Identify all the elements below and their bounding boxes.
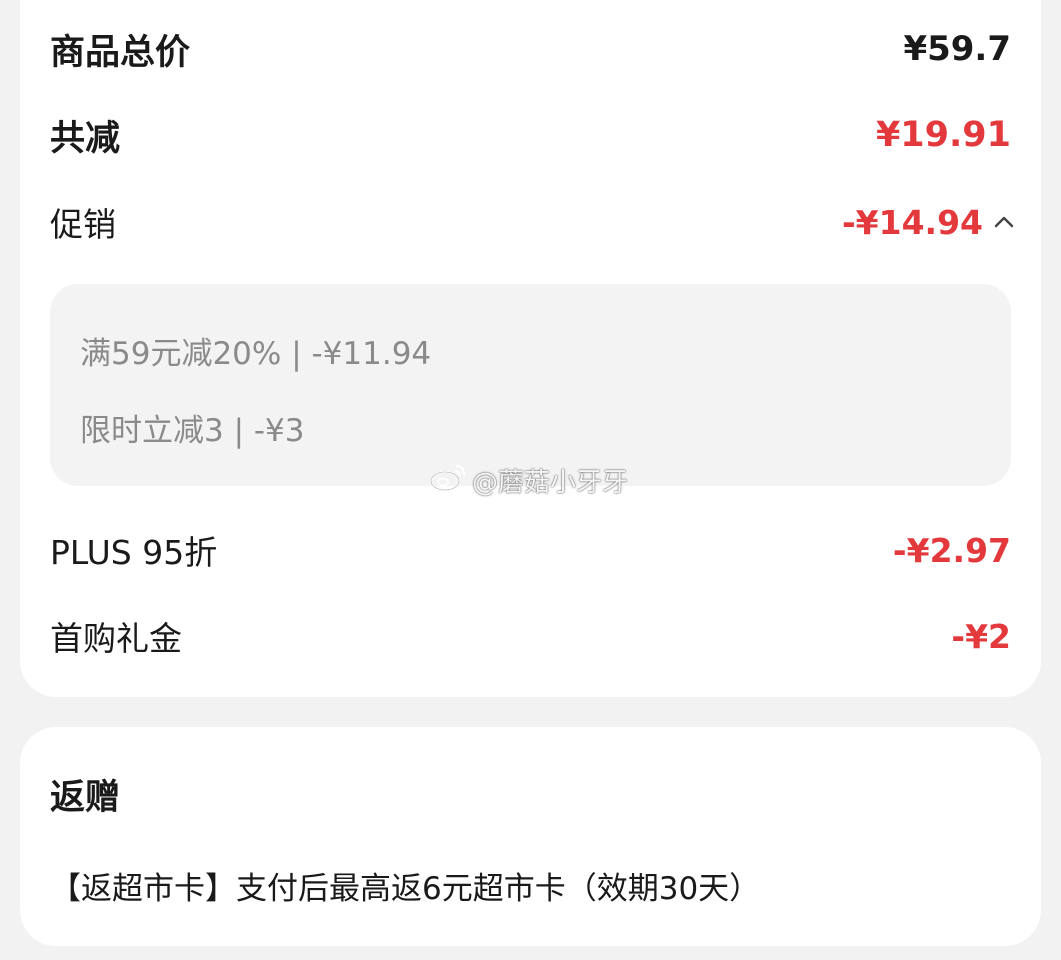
first-purchase-row: 首购礼金 -¥2: [50, 606, 1011, 666]
weibo-icon: [428, 462, 468, 499]
first-purchase-value: -¥2: [951, 616, 1011, 656]
total-price-label: 商品总价: [50, 32, 191, 73]
discount-total-label: 共减: [50, 118, 121, 159]
total-price-row: 商品总价 ¥59.7: [50, 19, 1011, 79]
promotion-row[interactable]: 促销 -¥14.94: [50, 192, 1014, 252]
total-price-value: ¥59.7: [903, 29, 1011, 69]
rebate-description: 【返超市卡】支付后最高返6元超市卡（效期30天）: [50, 871, 761, 907]
promotion-value: -¥14.94: [841, 202, 983, 242]
discount-total-row: 共减 ¥19.91: [50, 105, 1011, 165]
plus-discount-row: PLUS 95折 -¥2.97: [50, 520, 1011, 580]
promotion-detail-panel: 满59元减20% | -¥11.94 限时立减3 | -¥3: [50, 284, 1011, 486]
discount-total-value: ¥19.91: [875, 115, 1011, 155]
chevron-up-icon[interactable]: [991, 209, 1017, 235]
plus-discount-value: -¥2.97: [892, 530, 1011, 570]
promotion-label: 促销: [50, 205, 116, 244]
plus-discount-label: PLUS 95折: [50, 533, 218, 572]
promotion-detail-item: 满59元减20% | -¥11.94: [80, 336, 432, 372]
watermark-text: @蘑菇小牙牙: [472, 468, 629, 498]
price-summary-card: 商品总价 ¥59.7 共减 ¥19.91 促销 -¥14.94 满59元减20%…: [20, 0, 1041, 697]
watermark: @蘑菇小牙牙: [428, 462, 628, 499]
promotion-detail-item: 限时立减3 | -¥3: [80, 413, 305, 449]
rebate-card: 返赠 【返超市卡】支付后最高返6元超市卡（效期30天）: [20, 727, 1041, 946]
rebate-title: 返赠: [50, 778, 121, 818]
promotion-toggle[interactable]: -¥14.94: [842, 203, 1017, 242]
first-purchase-label: 首购礼金: [50, 619, 182, 658]
